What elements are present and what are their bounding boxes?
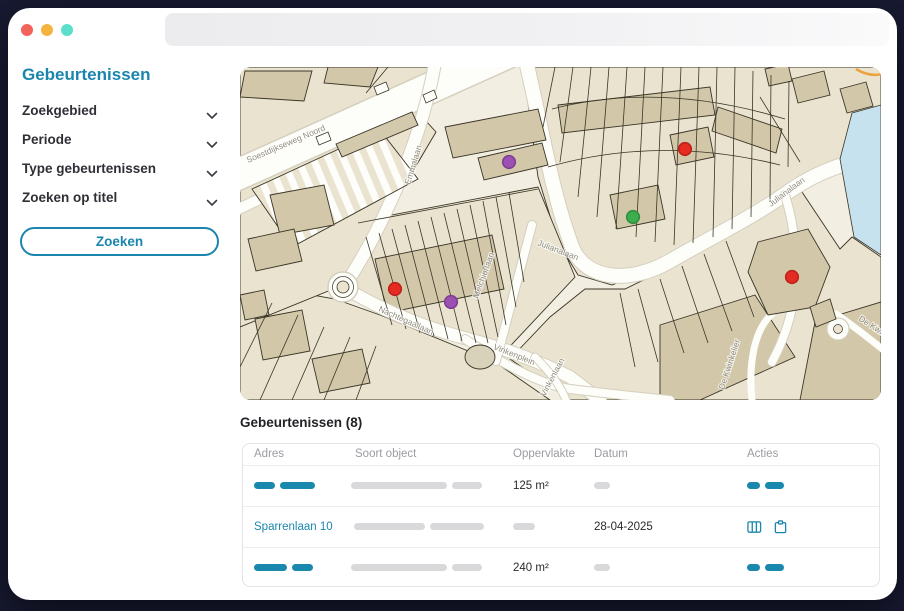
map-vinkenplein-green [465,345,495,369]
chevron-down-icon [206,194,218,212]
column-header-datum: Datum [594,444,628,465]
minimize-window-icon[interactable] [41,24,53,36]
adres-skeleton [254,562,318,574]
soort-object-skeleton [351,480,487,492]
adres-link[interactable]: Sparrenlaan 10 [254,521,333,533]
filter-periode[interactable]: Periode [22,129,218,151]
soort-object-skeleton [354,521,489,533]
acties-cell [747,520,796,534]
acties-skeleton [747,562,789,574]
oppervlakte-value: 125 m² [513,480,549,492]
zoeken-button[interactable]: Zoeken [20,227,219,256]
datum-skeleton [594,480,615,492]
page-background: { "window": { "traffic_lights": ["#f2635… [0,0,904,611]
map-marker-red[interactable] [389,283,402,296]
table-row: 240 m² [243,547,879,588]
chevron-down-icon [206,136,218,154]
filter-type-gebeurtenissen[interactable]: Type gebeurtenissen [22,158,218,180]
soort-object-skeleton [351,562,487,574]
filter-label: Periode [22,132,72,147]
map-marker-purple[interactable] [445,296,458,309]
column-header-adres: Adres [254,444,284,465]
map-marker-red[interactable] [786,271,799,284]
results-heading: Gebeurtenissen (8) [240,415,362,430]
results-table: Adres Soort object Oppervlakte Datum Act… [242,443,880,587]
browser-window: Gebeurtenissen Zoekgebied Periode Type g… [8,8,897,600]
table-header: Adres Soort object Oppervlakte Datum Act… [243,444,879,465]
maximize-window-icon[interactable] [61,24,73,36]
column-header-oppervlakte: Oppervlakte [513,444,575,465]
browser-url-bar[interactable] [165,13,889,46]
acties-skeleton [747,480,789,492]
filter-label: Type gebeurtenissen [22,161,156,176]
close-window-icon[interactable] [21,24,33,36]
window-controls [21,24,73,36]
map-icon[interactable] [747,521,773,533]
clipboard-icon[interactable] [773,521,796,533]
oppervlakte-skeleton [513,521,540,533]
filter-label: Zoeken op titel [22,190,117,205]
filter-zoekgebied[interactable]: Zoekgebied [22,100,218,122]
adres-skeleton [254,480,320,492]
datum-value: 28-04-2025 [594,521,653,533]
map-marker-green[interactable] [627,211,640,224]
filter-label: Zoekgebied [22,103,97,118]
datum-skeleton [594,562,615,574]
oppervlakte-value: 240 m² [513,562,549,574]
column-header-soort-object: Soort object [355,444,416,465]
column-header-acties: Acties [747,444,778,465]
chevron-down-icon [206,165,218,183]
chevron-down-icon [206,107,218,125]
table-row: Sparrenlaan 10 28-04-2025 [243,506,879,547]
map-marker-purple[interactable] [503,156,516,169]
filter-zoeken-op-titel[interactable]: Zoeken op titel [22,187,218,209]
table-row: 125 m² [243,465,879,506]
page-title: Gebeurtenissen [22,65,151,85]
map-marker-red[interactable] [679,143,692,156]
map-canvas[interactable]: Soestdijkseweg Noord Emmalaan Julianalaa… [240,67,881,400]
